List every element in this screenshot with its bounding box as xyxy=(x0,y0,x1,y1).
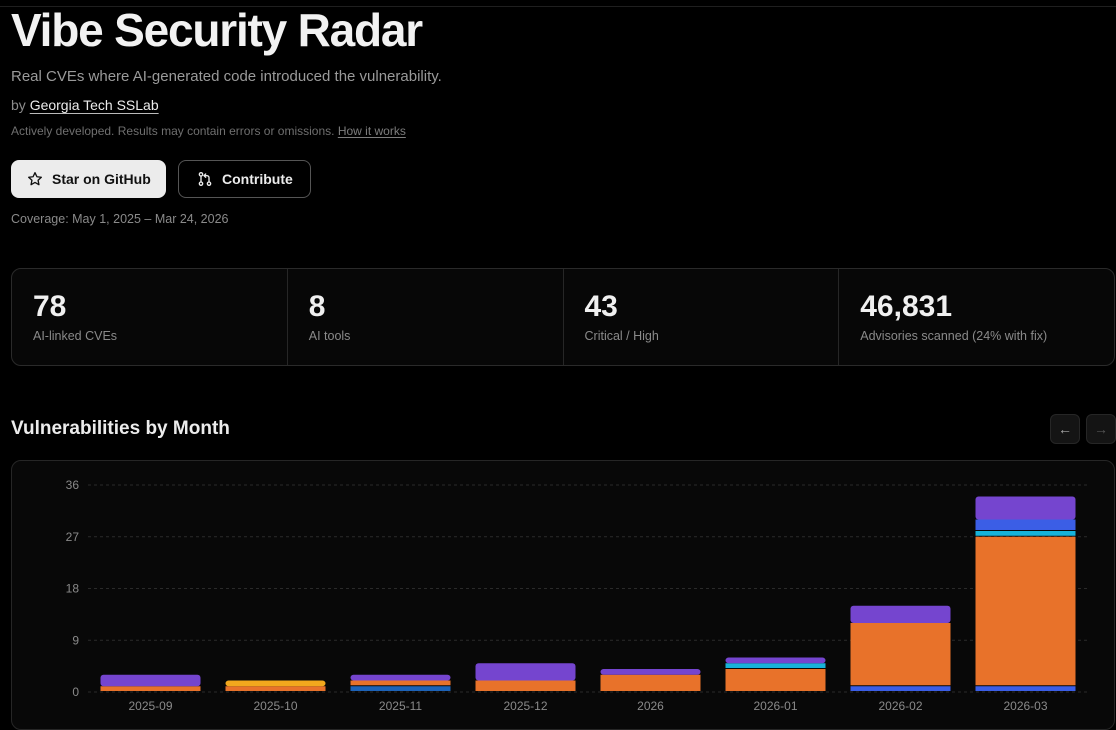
bar-segment xyxy=(600,669,701,675)
byline-prefix: by xyxy=(11,97,26,113)
stat-label: AI tools xyxy=(308,329,351,343)
stats-panel: 78 AI-linked CVEs 8 AI tools 43 Critical… xyxy=(11,268,1115,366)
x-tick-label: 2026 xyxy=(637,699,664,713)
bar-segment xyxy=(350,674,451,681)
x-tick-label: 2026-01 xyxy=(753,699,797,713)
vulnerabilities-chart: 0 9 18 27 36 2025-09 2025-10 2025-11 2025-12 2026… xyxy=(66,478,1088,713)
contribute-button[interactable]: Contribute xyxy=(178,160,311,198)
page-subtitle: Real CVEs where AI-generated code introd… xyxy=(11,68,442,85)
bar-segment xyxy=(475,663,576,681)
chart-next-button[interactable]: → xyxy=(1086,414,1116,444)
stat-ai-linked-cves: 78 AI-linked CVEs xyxy=(12,269,288,365)
coverage-range: Coverage: May 1, 2025 – Mar 24, 2026 xyxy=(11,212,229,226)
byline: by Georgia Tech SSLab xyxy=(11,97,159,113)
stat-label: Advisories scanned (24% with fix) xyxy=(860,329,1048,343)
bar-segment xyxy=(600,674,701,691)
y-tick-label: 0 xyxy=(72,685,79,699)
x-tick-label: 2025-11 xyxy=(379,699,422,713)
star-icon xyxy=(28,172,42,186)
bar-segment xyxy=(850,623,951,686)
bar-segment xyxy=(350,686,451,691)
contribute-label: Contribute xyxy=(222,171,293,187)
stat-advisories-scanned: 46,831 Advisories scanned (24% with fix) xyxy=(839,269,1114,365)
stat-label: Critical / High xyxy=(584,329,659,343)
org-link[interactable]: Georgia Tech SSLab xyxy=(30,97,159,113)
star-label: Star on GitHub xyxy=(52,171,151,187)
stat-label: AI-linked CVEs xyxy=(33,329,118,343)
arrow-right-icon: → xyxy=(1094,421,1108,437)
bar-segment xyxy=(225,686,326,691)
disclaimer-text: Actively developed. Results may contain … xyxy=(11,124,335,138)
bar-segment xyxy=(975,531,1076,536)
x-tick-label: 2026-03 xyxy=(1003,699,1047,713)
bar-segment xyxy=(725,663,826,668)
bar-segment xyxy=(850,605,951,623)
git-pull-request-icon xyxy=(198,172,212,186)
stat-ai-tools: 8 AI tools xyxy=(288,269,564,365)
bar-segment xyxy=(975,536,1076,686)
stat-value: 8 xyxy=(308,290,326,323)
bar-segment xyxy=(350,680,451,686)
page-title: Vibe Security Radar xyxy=(11,4,423,56)
bar-segment xyxy=(100,686,201,691)
x-tick-label: 2025-10 xyxy=(253,699,297,713)
y-tick-label: 18 xyxy=(66,582,80,596)
bar-segment xyxy=(725,657,826,664)
stat-value: 78 xyxy=(33,290,67,323)
section-title: Vulnerabilities by Month xyxy=(11,418,230,439)
bar-segment xyxy=(225,680,326,687)
star-on-github-button[interactable]: Star on GitHub xyxy=(11,160,166,198)
x-tick-label: 2025-09 xyxy=(128,699,172,713)
stat-critical-high: 43 Critical / High xyxy=(564,269,840,365)
bar-segment xyxy=(975,496,1076,520)
bar-segment xyxy=(725,669,826,691)
x-tick-label: 2026-02 xyxy=(878,699,922,713)
bar-segment xyxy=(850,686,951,691)
bar-segment xyxy=(100,674,201,687)
y-tick-label: 36 xyxy=(66,478,80,492)
disclaimer: Actively developed. Results may contain … xyxy=(11,124,406,138)
bar-segment xyxy=(975,686,1076,691)
bar-segment xyxy=(975,519,1076,530)
y-tick-label: 27 xyxy=(66,530,80,544)
bar-segment xyxy=(475,680,576,691)
y-tick-label: 9 xyxy=(72,633,79,647)
x-tick-label: 2025-12 xyxy=(503,699,547,713)
stat-value: 46,831 xyxy=(860,290,953,323)
how-it-works-link[interactable]: How it works xyxy=(338,124,406,138)
chart-prev-button[interactable]: ← xyxy=(1050,414,1080,444)
stat-value: 43 xyxy=(584,290,618,323)
arrow-left-icon: ← xyxy=(1058,421,1072,437)
